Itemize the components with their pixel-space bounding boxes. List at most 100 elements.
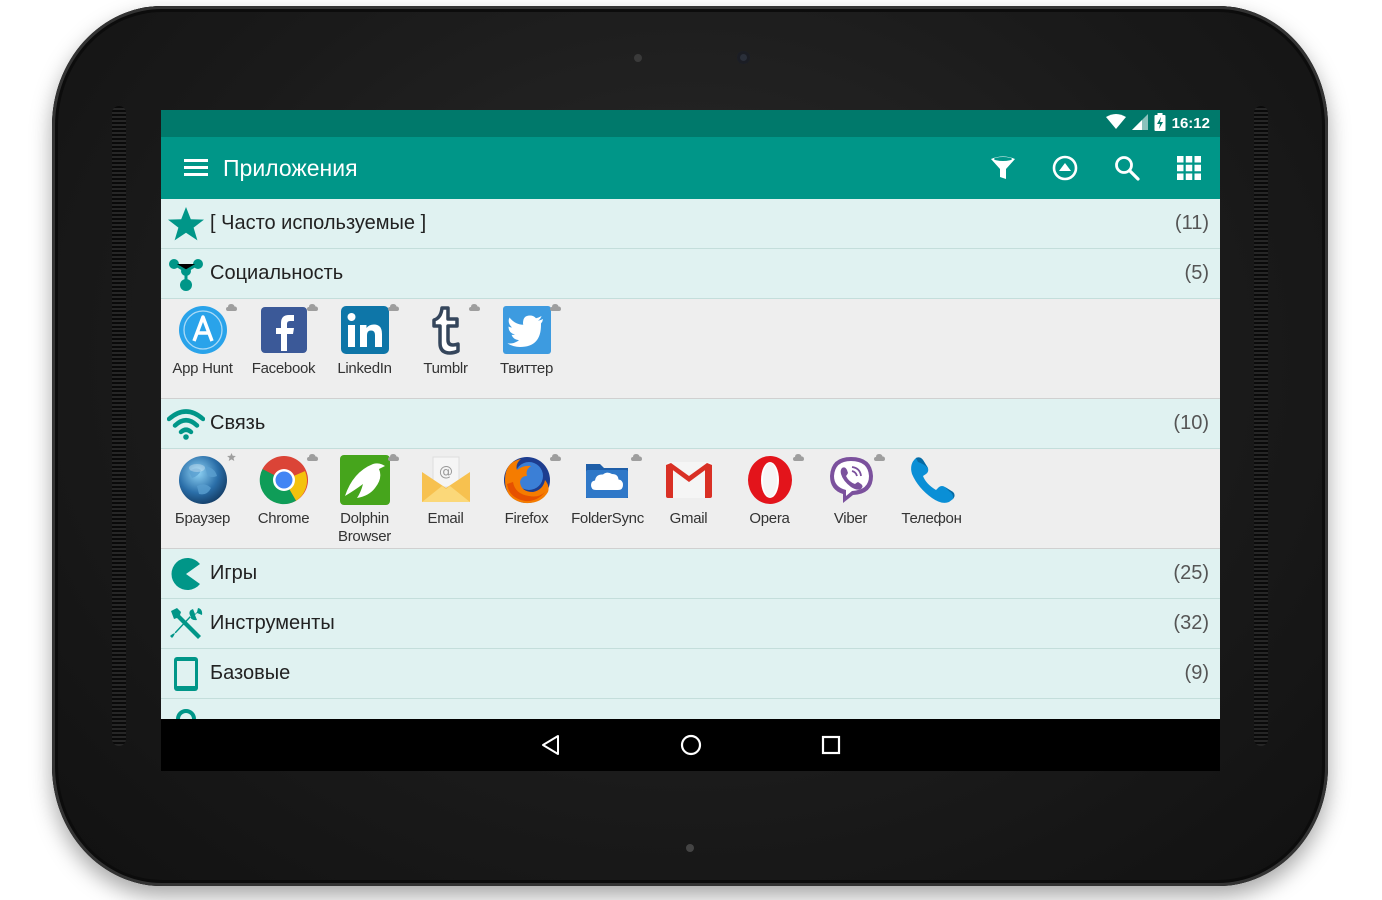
cloud-badge-icon: [226, 304, 237, 311]
tablet-icon: [166, 654, 206, 694]
foldersync-icon: [582, 454, 634, 506]
app-label: Tumblr: [423, 360, 468, 377]
category-count: (10): [1173, 412, 1209, 434]
app-tile-chrome[interactable]: Chrome: [243, 449, 324, 548]
category-row-games[interactable]: Игры (25): [161, 549, 1220, 599]
cloud-badge-icon: [793, 454, 804, 461]
firefox-icon: [501, 454, 553, 506]
menu-icon[interactable]: [184, 159, 210, 177]
app-bar: Приложения: [161, 137, 1220, 199]
category-name: Игры: [210, 562, 258, 584]
front-camera: [737, 51, 750, 64]
category-row-frequent[interactable]: [ Часто используемые ] (11): [161, 199, 1220, 249]
app-tile-viber[interactable]: Viber: [810, 449, 891, 548]
app-label: App Hunt: [172, 360, 233, 377]
wifi-signal-icon: [1105, 113, 1126, 134]
app-label: Dolphin Browser: [338, 510, 391, 545]
recents-icon[interactable]: [816, 730, 846, 760]
email-icon: @: [420, 454, 472, 506]
back-icon[interactable]: [536, 730, 566, 760]
category-name: Связь: [210, 412, 266, 434]
category-row-partial[interactable]: [161, 699, 1220, 719]
cloud-badge-icon: [307, 454, 318, 461]
notification-led: [686, 844, 694, 852]
social-icon: [166, 254, 206, 294]
app-label: Facebook: [251, 360, 316, 377]
category-row-connectivity[interactable]: Связь (10): [161, 399, 1220, 449]
category-row-social[interactable]: Социальность (5): [161, 249, 1220, 299]
chrome-icon: [258, 454, 310, 506]
app-tile-gmail[interactable]: Gmail: [648, 449, 729, 548]
app-tile-linkedin[interactable]: LinkedIn: [324, 299, 405, 398]
category-row-basic[interactable]: Базовые (9): [161, 649, 1220, 699]
category-name: Социальность: [210, 262, 344, 284]
app-tile-email[interactable]: @ Email: [405, 449, 486, 548]
app-label: Email: [427, 510, 464, 527]
cloud-badge-icon: [469, 304, 480, 311]
app-tile-opera[interactable]: Opera: [729, 449, 810, 548]
cloud-badge-icon: [631, 454, 642, 461]
category-name: Базовые: [210, 662, 291, 684]
proximity-sensor: [634, 54, 642, 62]
cloud-badge-icon: [307, 304, 318, 311]
category-count: (5): [1184, 262, 1209, 284]
phone-icon: [906, 454, 958, 506]
wifi-icon: [166, 404, 206, 444]
star-icon: [166, 204, 206, 244]
app-label: Gmail: [669, 510, 708, 527]
star-badge-icon: [227, 453, 236, 461]
category-list: [ Часто используемые ] (11) Социальность…: [161, 199, 1220, 719]
cloud-badge-icon: [550, 454, 561, 461]
category-name: [ Часто используемые ]: [210, 212, 427, 234]
app-tile-tumblr[interactable]: Tumblr: [405, 299, 486, 398]
cell-signal-icon: [1131, 113, 1148, 134]
app-tile-facebook[interactable]: Facebook: [243, 299, 324, 398]
category-row-tools[interactable]: Инструменты (32): [161, 599, 1220, 649]
upload-circle-icon[interactable]: [1050, 151, 1080, 185]
svg-text:@: @: [439, 464, 453, 480]
viber-icon: [825, 454, 877, 506]
app-tile-firefox[interactable]: Firefox: [486, 449, 567, 548]
app-tile-dolphin[interactable]: Dolphin Browser: [324, 449, 405, 548]
app-label: Opera: [749, 510, 790, 527]
facebook-icon: [258, 304, 310, 356]
app-tile-twitter[interactable]: Твиттер: [486, 299, 567, 398]
google-icon: [166, 704, 206, 719]
browser-globe-icon: [177, 454, 229, 506]
category-count: (25): [1173, 562, 1209, 584]
page-title: Приложения: [223, 154, 358, 181]
app-label: Телефон: [901, 510, 962, 527]
tools-icon: [166, 604, 206, 644]
category-count: (32): [1173, 612, 1209, 634]
app-tile-phone[interactable]: Телефон: [891, 449, 972, 548]
opera-icon: [744, 454, 796, 506]
linkedin-icon: [339, 304, 391, 356]
apphunt-icon: [177, 304, 229, 356]
app-label: FolderSync: [571, 510, 644, 527]
screen: 16:12 Приложения [Часто используемые] …: [161, 110, 1220, 771]
speaker-grill-left: [112, 106, 126, 746]
tumblr-icon: [420, 304, 472, 356]
cloud-badge-icon: [388, 304, 399, 311]
app-tile-foldersync[interactable]: FolderSync: [567, 449, 648, 548]
filter-icon[interactable]: [988, 151, 1018, 185]
app-label: Браузер: [174, 510, 231, 527]
battery-charging-icon: [1154, 112, 1166, 135]
home-icon[interactable]: [676, 730, 706, 760]
app-grid-social: App Hunt Facebook LinkedIn Tumblr Твитте…: [161, 299, 1220, 399]
category-count: (9): [1184, 662, 1209, 684]
dolphin-icon: [339, 454, 391, 506]
search-icon[interactable]: [1112, 151, 1142, 185]
app-tile-apphunt[interactable]: App Hunt: [162, 299, 243, 398]
system-nav-bar: [161, 719, 1220, 771]
app-grid-connectivity: Браузер Chrome Dolphin Browser @ Email F…: [161, 449, 1220, 549]
app-label: Твиттер: [499, 360, 553, 377]
app-label: LinkedIn: [337, 360, 392, 377]
status-time: 16:12: [1171, 115, 1210, 132]
app-tile-browser[interactable]: Браузер: [162, 449, 243, 548]
category-name: Инструменты: [210, 612, 335, 634]
grid-icon[interactable]: [1174, 151, 1204, 185]
cloud-badge-icon: [874, 454, 885, 461]
app-label: Viber: [833, 510, 868, 527]
cloud-badge-icon: [550, 304, 561, 311]
